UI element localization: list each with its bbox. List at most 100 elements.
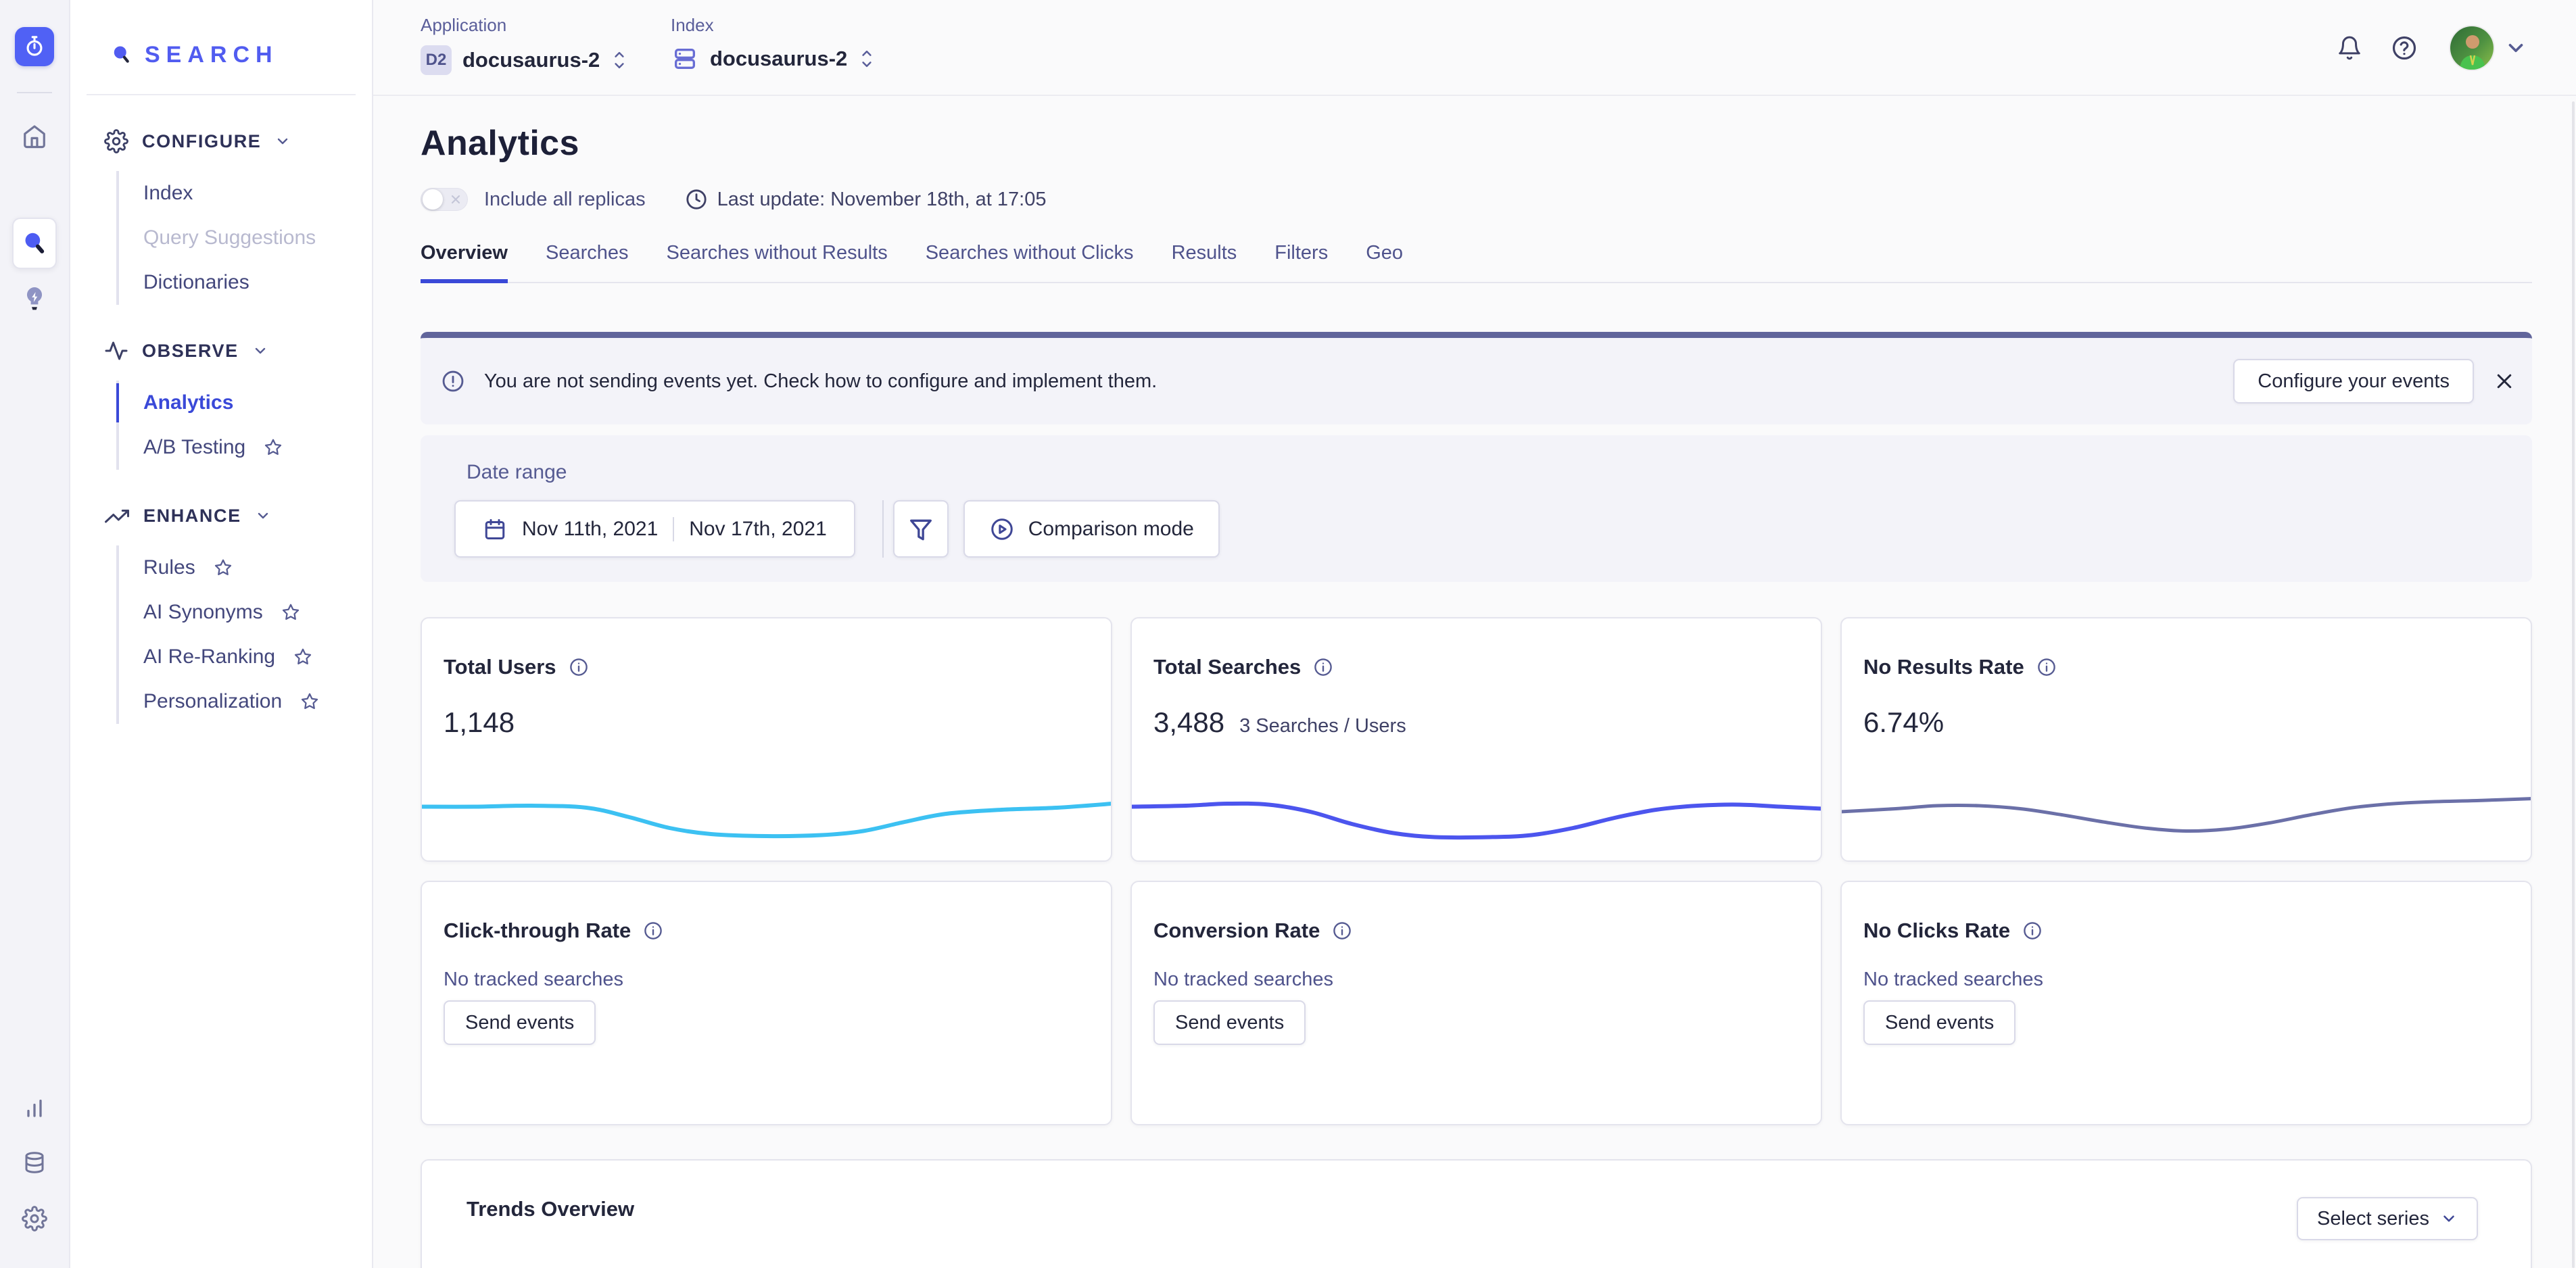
card-value: 6.74% [1863, 706, 1944, 739]
page-body: Analytics Include all replicas Last upda… [373, 123, 2576, 1268]
card-title: Conversion Rate [1153, 919, 1320, 943]
application-label: Application [421, 15, 628, 36]
toggle-label: Include all replicas [484, 189, 646, 211]
comparison-play-circle-icon [989, 516, 1015, 542]
send-events-button[interactable]: Send events [444, 1000, 596, 1045]
bar-chart-icon[interactable] [22, 1095, 47, 1121]
nav-group-label: ENHANCE [143, 506, 241, 527]
sort-chevrons-icon [611, 48, 628, 72]
info-icon[interactable] [1313, 657, 1333, 677]
date-range-title: Date range [467, 461, 2532, 484]
search-logo[interactable]: SEARCH [110, 42, 372, 68]
banner-close-icon[interactable] [2494, 371, 2514, 391]
chevron-down-icon [255, 508, 271, 524]
sidebar-item-query-suggestions[interactable]: Query Suggestions [119, 216, 372, 260]
tab-searches-without-clicks[interactable]: Searches without Clicks [926, 242, 1134, 282]
sidebar-item-label: Query Suggestions [143, 226, 316, 249]
comparison-mode-button[interactable]: Comparison mode [963, 500, 1220, 558]
sidebar-item-ab-testing[interactable]: A/B Testing [119, 425, 372, 470]
nav-group-label: CONFIGURE [142, 131, 261, 152]
sidebar-item-dictionaries[interactable]: Dictionaries [119, 260, 372, 305]
nav-group-header-enhance[interactable]: ENHANCE [104, 504, 372, 528]
topbar: Application D2 docusaurus-2 Index docusa… [373, 0, 2576, 96]
sidebar-item-label: A/B Testing [143, 436, 245, 459]
star-icon[interactable] [300, 691, 320, 712]
user-avatar[interactable] [2450, 26, 2494, 70]
trending-up-icon [104, 504, 130, 528]
info-icon[interactable] [643, 921, 663, 941]
card-no-results-rate: No Results Rate 6.74% [1840, 617, 2532, 862]
sidebar-item-label: Personalization [143, 690, 282, 713]
index-server-icon [671, 45, 699, 72]
notifications-bell-icon[interactable] [2337, 34, 2362, 62]
calendar-icon [483, 516, 507, 542]
info-icon[interactable] [2036, 657, 2057, 677]
star-icon[interactable] [281, 602, 301, 623]
card-conversion-rate: Conversion Rate No tracked searches Send… [1130, 881, 1822, 1125]
info-icon[interactable] [2022, 921, 2043, 941]
total-searches-sparkline [1130, 751, 1822, 852]
account-chevron-down-icon[interactable] [2504, 36, 2527, 59]
tab-overview[interactable]: Overview [421, 242, 508, 282]
banner-text: You are not sending events yet. Check ho… [484, 370, 1157, 393]
sidebar-item-analytics[interactable]: Analytics [119, 381, 372, 425]
application-badge: D2 [421, 45, 452, 75]
sidebar-item-ai-re-ranking[interactable]: AI Re-Ranking [119, 635, 372, 679]
card-click-through-rate: Click-through Rate No tracked searches S… [421, 881, 1112, 1125]
info-icon[interactable] [569, 657, 589, 677]
page-title: Analytics [421, 123, 2532, 164]
sidebar-item-label: Rules [143, 556, 195, 579]
app-switcher-stopwatch-icon[interactable] [15, 27, 54, 66]
card-total-users: Total Users 1,148 [421, 617, 1112, 862]
tab-filters[interactable]: Filters [1274, 242, 1328, 282]
tab-results[interactable]: Results [1172, 242, 1237, 282]
empty-state-text: No tracked searches [1153, 969, 1799, 991]
alert-circle-icon [441, 369, 465, 393]
include-replicas-toggle[interactable] [421, 188, 468, 211]
sidebar-item-rules[interactable]: Rules [119, 545, 372, 590]
trends-title: Trends Overview [467, 1197, 634, 1221]
nav-group-label: OBSERVE [142, 341, 239, 362]
database-icon[interactable] [22, 1149, 47, 1176]
sidebar-item-label: Dictionaries [143, 271, 249, 294]
home-icon[interactable] [22, 123, 47, 150]
star-icon[interactable] [293, 647, 313, 667]
star-icon[interactable] [263, 437, 283, 458]
scrollbar[interactable] [2572, 101, 2575, 1268]
nav-group-header-configure[interactable]: CONFIGURE [104, 129, 372, 153]
lightbulb-bolt-icon[interactable] [22, 284, 47, 316]
info-icon[interactable] [1332, 921, 1352, 941]
page: SEARCH CONFIGURE Index Query Suggestions… [0, 0, 2576, 1268]
date-range-picker-button[interactable]: Nov 11th, 2021 Nov 17th, 2021 [454, 500, 855, 558]
sort-chevrons-icon [858, 47, 876, 71]
gear-icon[interactable] [22, 1204, 47, 1233]
metric-cards-row-1: Total Users 1,148 Total Searches 3,488 3… [421, 617, 2532, 862]
magnifier-icon [110, 43, 134, 68]
index-select[interactable]: docusaurus-2 [671, 45, 876, 72]
send-events-button[interactable]: Send events [1863, 1000, 2016, 1045]
sidebar-item-personalization[interactable]: Personalization [119, 679, 372, 724]
tab-geo[interactable]: Geo [1366, 242, 1403, 282]
nav-group-header-observe[interactable]: OBSERVE [104, 339, 372, 363]
select-series-button[interactable]: Select series [2297, 1197, 2478, 1240]
configure-events-button[interactable]: Configure your events [2233, 359, 2474, 404]
meta-row: Include all replicas Last update: Novemb… [421, 188, 2532, 211]
toggle-knob [423, 189, 443, 210]
send-events-button[interactable]: Send events [1153, 1000, 1306, 1045]
sidebar-item-label: Index [143, 182, 193, 205]
index-label: Index [671, 15, 876, 36]
help-icon[interactable] [2391, 34, 2418, 62]
application-value: docusaurus-2 [462, 48, 600, 72]
search-product-icon[interactable] [12, 218, 57, 269]
trends-overview-card: Trends Overview Select series [421, 1159, 2532, 1268]
card-value: 1,148 [444, 706, 515, 739]
tab-searches[interactable]: Searches [546, 242, 629, 282]
sidebar-item-index[interactable]: Index [119, 171, 372, 216]
chevron-down-icon [252, 343, 268, 359]
filter-funnel-button[interactable] [893, 500, 949, 558]
application-select[interactable]: D2 docusaurus-2 [421, 45, 628, 75]
star-icon[interactable] [213, 558, 233, 578]
tab-searches-without-results[interactable]: Searches without Results [667, 242, 888, 282]
clock-icon [685, 188, 708, 211]
sidebar-item-ai-synonyms[interactable]: AI Synonyms [119, 590, 372, 635]
